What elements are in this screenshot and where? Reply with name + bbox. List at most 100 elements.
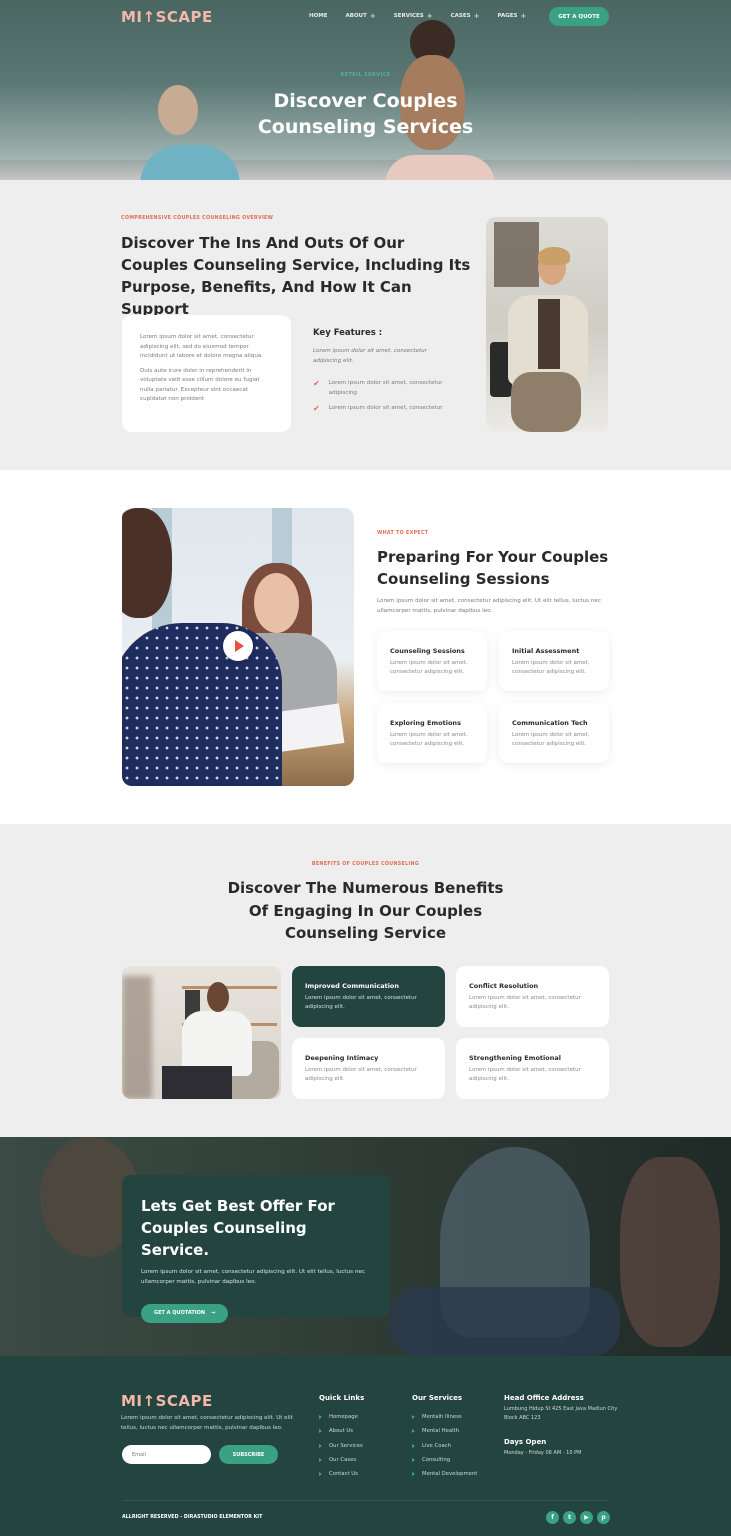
link-label: Homepage xyxy=(329,1414,358,1421)
footer-service-link[interactable]: Mental Health xyxy=(412,1424,477,1438)
benefit-card: Strengthening Emotional Lorem ipsum dolo… xyxy=(456,1038,609,1099)
link-label: About Us xyxy=(329,1428,353,1435)
hero-section: MI↑SCAPE HOME ABOUT + SERVICES + CASES + PA… xyxy=(0,0,731,180)
card-text: Lorem ipsum dolor sit amet, consectetur … xyxy=(305,1067,417,1082)
offer-title-line: Lets Get Best Offer For xyxy=(141,1197,335,1215)
benefits-title: Discover The Numerous Benefits Of Engagi… xyxy=(0,877,731,945)
overview-paragraph: Lorem ipsum dolor sit amet, consectetur … xyxy=(140,334,264,359)
overview-title: Discover The Ins And Outs Of Our Couples… xyxy=(121,234,471,318)
hero-title: Discover Couples Counseling Services xyxy=(0,88,731,140)
footer-service-link[interactable]: Mentalh Illness xyxy=(412,1410,477,1424)
hours-text: Monday - Friday 08 AM - 10 PM xyxy=(504,1450,582,1456)
footer-link-about[interactable]: About Us xyxy=(319,1424,364,1438)
link-label: Mental Health xyxy=(422,1428,460,1435)
card-title: Counseling Sessions xyxy=(390,647,465,655)
expect-card: Exploring Emotions Lorem ipsum dolor sit… xyxy=(377,703,487,763)
expect-description: Lorem ipsum dolor sit amet, consectetur … xyxy=(377,598,601,614)
card-text: Lorem ipsum dolor sit amet, consectetur … xyxy=(512,660,590,675)
caret-right-icon xyxy=(412,1415,415,1420)
social-links: f t ▶ p xyxy=(546,1511,610,1524)
youtube-icon[interactable]: ▶ xyxy=(580,1511,593,1524)
footer-link-services[interactable]: Our Services xyxy=(319,1439,364,1453)
key-features-list: ✔ Lorem ipsum dolor sit amet, consectetur… xyxy=(313,379,458,420)
card-title: Deepening Intimacy xyxy=(305,1054,379,1062)
nav-cases[interactable]: CASES + xyxy=(451,12,480,20)
play-video-button[interactable] xyxy=(223,631,253,661)
facebook-icon[interactable]: f xyxy=(546,1511,559,1524)
link-label: Mental Development xyxy=(422,1471,478,1478)
copyright: ALLRIGHT RESERVED - DIRASTUDIO ELEMENTOR… xyxy=(122,1515,263,1520)
check-icon: ✔ xyxy=(313,404,320,413)
caret-right-icon xyxy=(319,1458,322,1463)
get-a-quotation-button[interactable]: GET A QUOTATION → xyxy=(141,1303,229,1323)
benefit-card-highlighted: Improved Communication Lorem ipsum dolor… xyxy=(292,966,445,1027)
benefits-title-line: Of Engaging In Our Couples xyxy=(248,901,483,920)
card-text: Lorem ipsum dolor sit amet, consectetur … xyxy=(390,660,468,675)
get-a-quote-button[interactable]: GET A QUOTE xyxy=(549,7,609,26)
button-label: GET A QUOTATION xyxy=(154,1310,206,1316)
offer-description: Lorem ipsum dolor sit amet, consectetur … xyxy=(141,1269,365,1285)
nav-pages[interactable]: PAGES + xyxy=(497,12,526,20)
caret-right-icon xyxy=(319,1415,322,1420)
caret-right-icon xyxy=(412,1429,415,1434)
expect-card: Counseling Sessions Lorem ipsum dolor si… xyxy=(377,631,487,691)
plus-icon: + xyxy=(520,12,527,20)
overview-text-card: Lorem ipsum dolor sit amet, consectetur … xyxy=(122,315,291,432)
expect-section: WHAT TO EXPECT Preparing For Your Couple… xyxy=(0,470,731,824)
caret-right-icon xyxy=(319,1443,322,1448)
footer-description: Lorem ipsum dolor sit amet, consectetur … xyxy=(121,1415,293,1431)
email-input[interactable] xyxy=(122,1445,211,1464)
pinterest-icon[interactable]: p xyxy=(597,1511,610,1524)
card-text: Lorem ipsum dolor sit amet, consectetur … xyxy=(469,995,581,1010)
counselor-photo xyxy=(486,217,608,432)
caret-right-icon xyxy=(319,1429,322,1434)
subscribe-button[interactable]: SUBSCRIBE xyxy=(219,1445,278,1464)
feature-item: ✔ Lorem ipsum dolor sit amet, consectetur… xyxy=(313,379,458,398)
overview-section: COMPREHENSIVE COUPLES COUNSELING OVERVIE… xyxy=(0,180,731,470)
check-icon: ✔ xyxy=(313,379,320,388)
benefits-title-line: Counseling Service xyxy=(284,924,447,942)
main-nav: HOME ABOUT + SERVICES + CASES + PAGES + xyxy=(309,12,526,20)
footer-link-homepage[interactable]: Homepage xyxy=(319,1410,364,1424)
card-title: Strengthening Emotional xyxy=(469,1054,561,1062)
offer-card: Lets Get Best Offer For Couples Counseli… xyxy=(122,1175,390,1323)
caret-right-icon xyxy=(412,1472,415,1477)
hero-background-sea xyxy=(0,160,731,180)
nav-label: HOME xyxy=(309,13,328,19)
footer-service-link[interactable]: Live Coach xyxy=(412,1439,477,1453)
expect-card: Communication Tech Lorem ipsum dolor sit… xyxy=(499,703,609,763)
caret-right-icon xyxy=(319,1472,322,1477)
twitter-icon[interactable]: t xyxy=(563,1511,576,1524)
benefits-title-line: Discover The Numerous Benefits xyxy=(227,879,504,897)
footer-logo[interactable]: MI↑SCAPE xyxy=(121,1392,213,1410)
nav-label: SERVICES xyxy=(393,13,424,19)
link-label: Consulting xyxy=(422,1457,451,1464)
benefits-eyebrow: BENEFITS OF COUPLES COUNSELING xyxy=(311,862,420,867)
link-label: Our Services xyxy=(329,1442,363,1449)
footer-service-link[interactable]: Consulting xyxy=(412,1453,477,1467)
benefits-photo xyxy=(122,966,281,1099)
card-title: Improved Communication xyxy=(305,982,400,990)
overview-paragraph: Duis aute irure dolor in reprehenderit i… xyxy=(140,367,260,403)
nav-label: PAGES xyxy=(497,13,518,19)
overview-eyebrow: COMPREHENSIVE COUPLES COUNSELING OVERVIE… xyxy=(121,216,274,221)
play-icon xyxy=(235,640,244,652)
offer-title-line: Couples Counseling Service. xyxy=(141,1219,307,1259)
nav-home[interactable]: HOME xyxy=(309,12,328,20)
footer-link-contact[interactable]: Contact Us xyxy=(319,1467,364,1481)
address-title: Head Office Address xyxy=(504,1394,584,1402)
feature-text: Lorem ipsum dolor sit amet, consectetur xyxy=(328,405,443,411)
footer-service-link[interactable]: Mental Development xyxy=(412,1467,477,1481)
services-column: Our Services Mentalh Illness Mental Heal… xyxy=(412,1394,477,1481)
card-text: Lorem ipsum dolor sit amet, consectetur … xyxy=(390,732,468,747)
hours-title: Days Open xyxy=(504,1438,547,1446)
expect-card: Initial Assessment Lorem ipsum dolor sit… xyxy=(499,631,609,691)
nav-about[interactable]: ABOUT + xyxy=(346,12,376,20)
site-logo[interactable]: MI↑SCAPE xyxy=(121,8,213,26)
benefit-card: Conflict Resolution Lorem ipsum dolor si… xyxy=(456,966,609,1027)
expect-eyebrow: WHAT TO EXPECT xyxy=(377,531,429,536)
link-label: Our Cases xyxy=(329,1457,357,1464)
session-video-thumbnail[interactable] xyxy=(122,508,354,786)
footer-link-cases[interactable]: Our Cases xyxy=(319,1453,364,1467)
nav-services[interactable]: SERVICES + xyxy=(394,12,433,20)
